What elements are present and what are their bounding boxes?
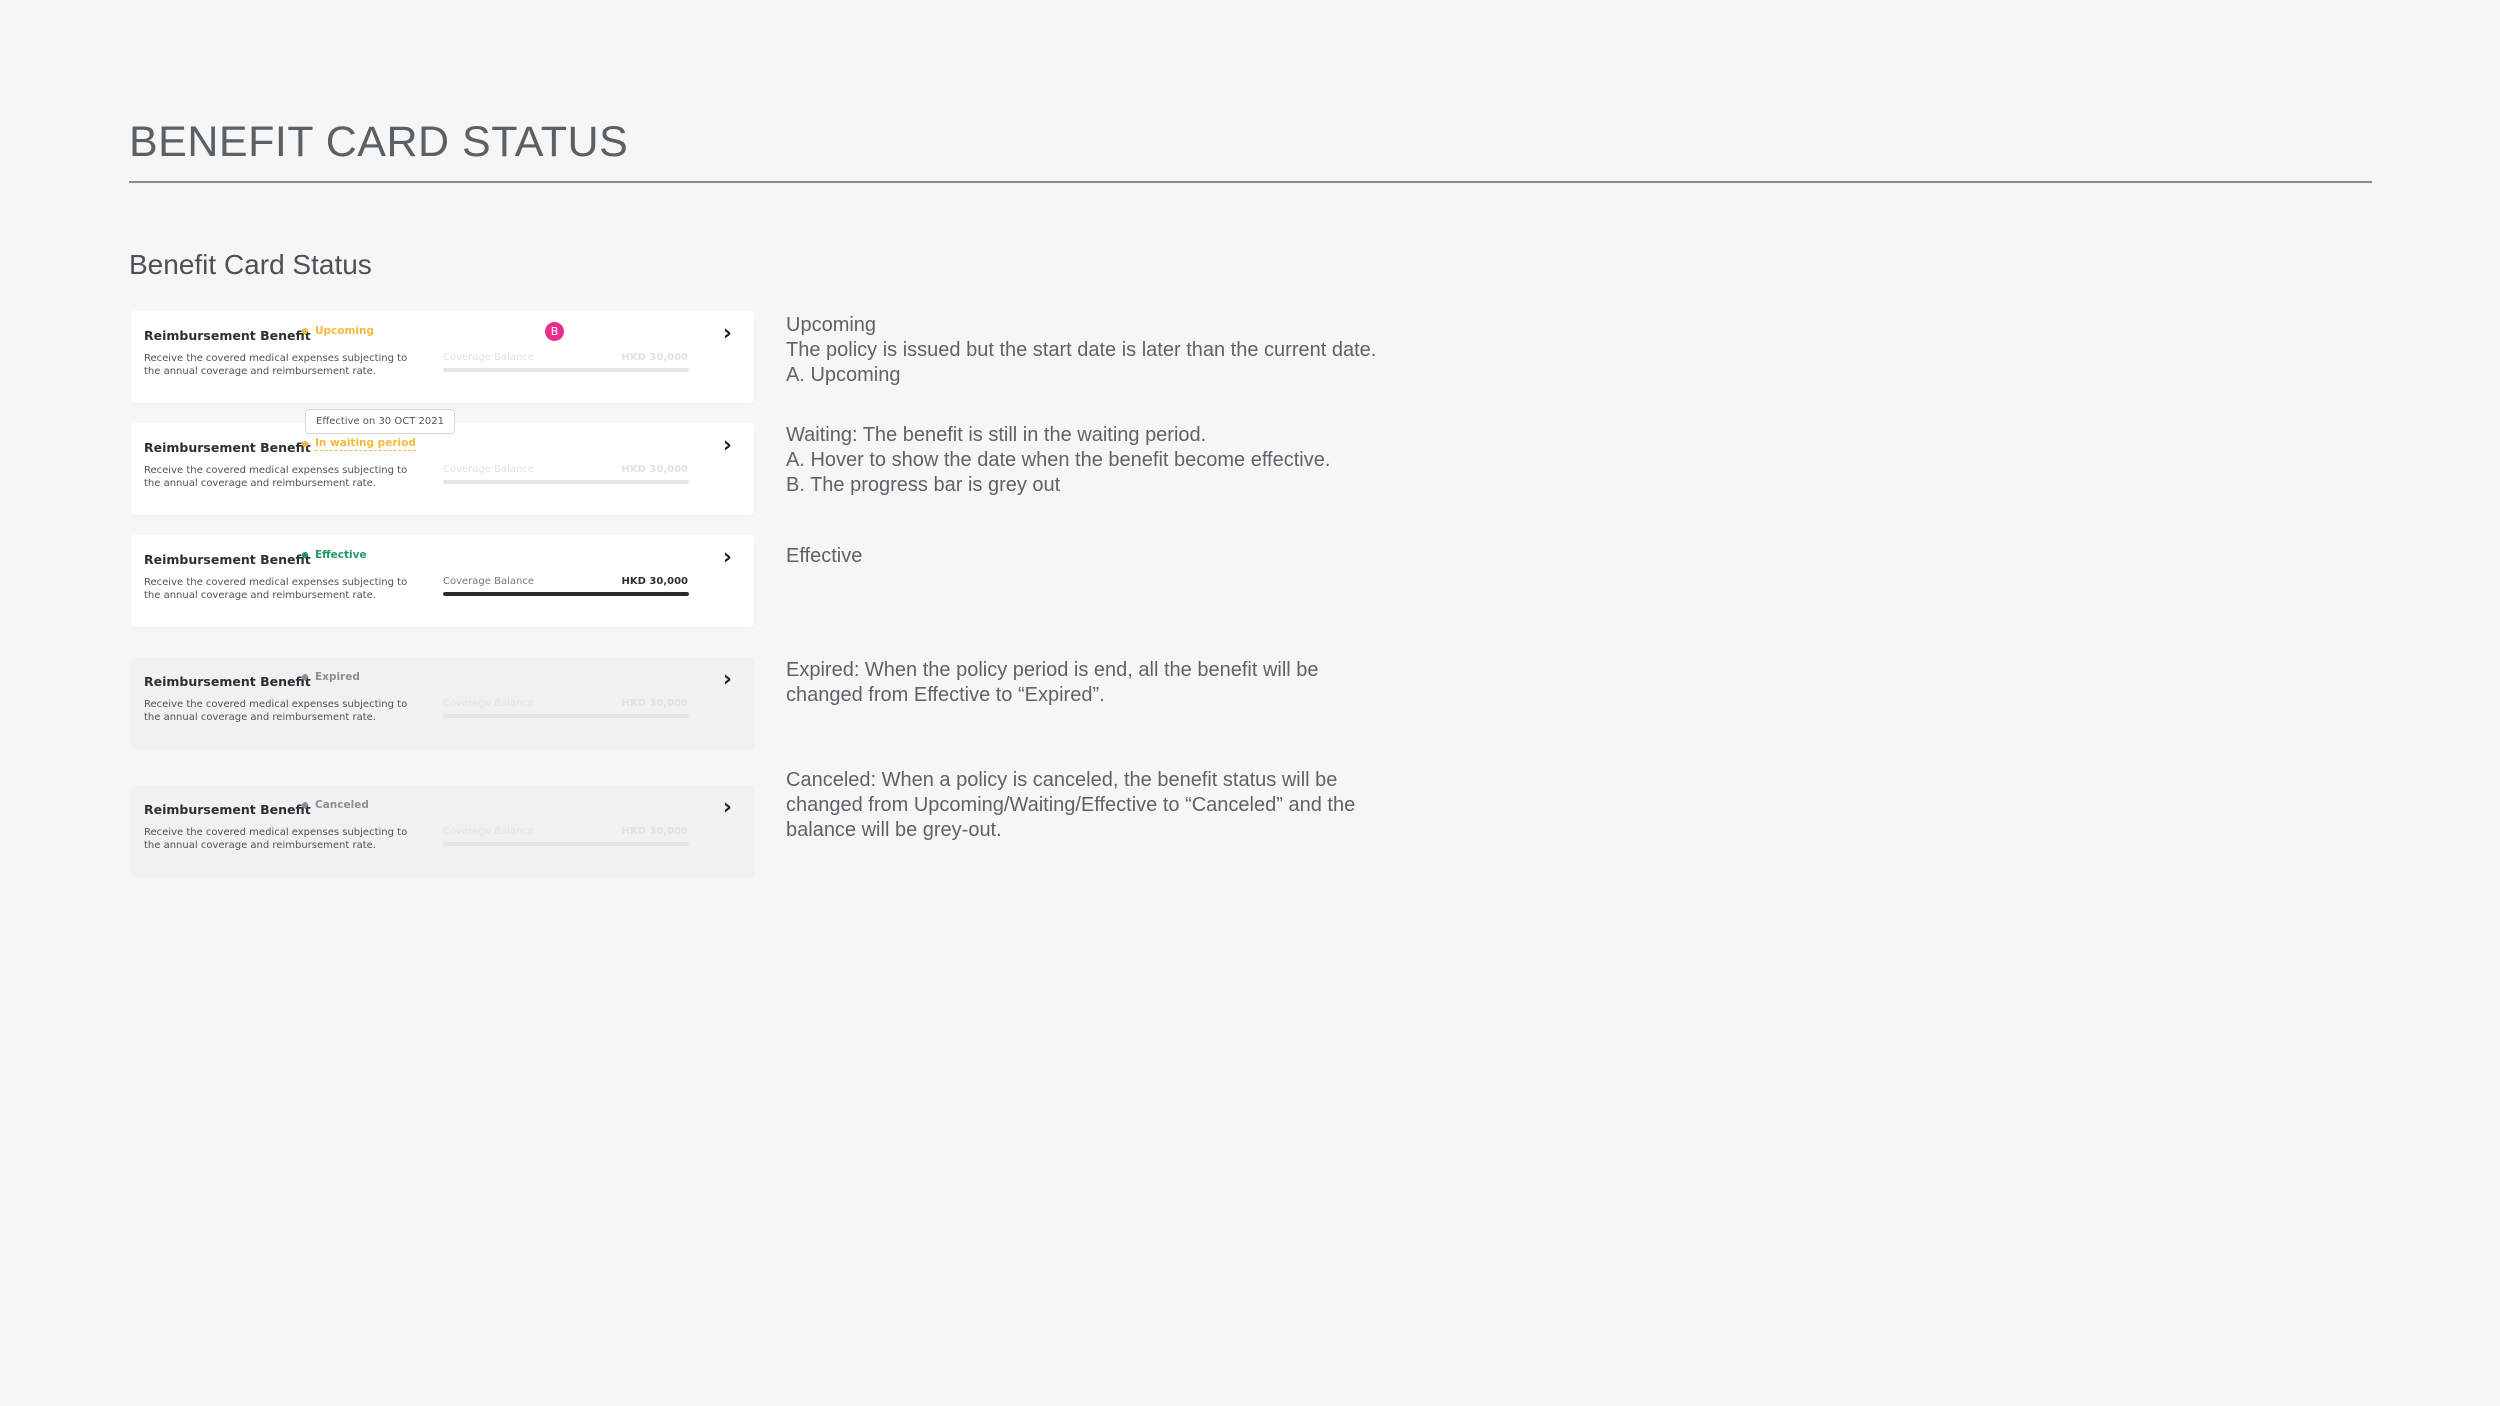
coverage-balance-value: HKD 30,000 [621,464,689,475]
description-line: Canceled: When a policy is canceled, the… [786,769,1338,791]
benefit-card-canceled[interactable]: Reimbursement Benefit Canceled Receive t… [131,785,754,877]
description-line: changed from Upcoming/Waiting/Effective … [786,794,1356,816]
benefit-card-expired[interactable]: Reimbursement Benefit Expired Receive th… [131,657,754,749]
status-dot-icon [302,441,308,447]
status-badge-upcoming: Upcoming [302,325,374,337]
card-description: Receive the covered medical expenses sub… [144,353,408,377]
coverage-balance-label: Coverage Balance [443,698,534,709]
coverage-balance-value: HKD 30,000 [621,826,689,837]
description-line: B. The progress bar is grey out [786,474,1061,496]
benefit-card-effective[interactable]: Reimbursement Benefit Effective Receive … [131,535,754,627]
coverage-balance-label: Coverage Balance [443,576,534,587]
status-dot-icon [302,552,308,558]
description-effective: Effective [786,544,862,569]
description-line: Expired: When the policy period is end, … [786,659,1319,681]
status-badge-waiting[interactable]: In waiting period [302,437,416,451]
effective-date-tooltip: Effective on 30 OCT 2021 [305,409,455,434]
status-badge-expired: Expired [302,671,360,683]
coverage-progress-bar [443,842,689,846]
chevron-right-icon[interactable]: › [723,323,732,345]
coverage-balance-value: HKD 30,000 [621,576,689,587]
description-canceled: Canceled: When a policy is canceled, the… [786,768,1355,843]
description-line: A. Hover to show the date when the benef… [786,449,1331,471]
status-label: In waiting period [315,437,416,451]
status-dot-icon [302,802,308,808]
description-line: A. Upcoming [786,364,901,386]
status-label: Expired [315,671,360,683]
chevron-right-icon[interactable]: › [723,797,732,819]
card-title: Reimbursement Benefit [144,440,311,455]
card-description: Receive the covered medical expenses sub… [144,699,408,723]
title-divider [129,181,2372,183]
card-description: Receive the covered medical expenses sub… [144,465,408,489]
chevron-right-icon[interactable]: › [723,435,732,457]
section-title: Benefit Card Status [129,249,372,280]
coverage-balance-value: HKD 30,000 [621,352,689,363]
chevron-right-icon[interactable]: › [723,547,732,569]
coverage-balance-value: HKD 30,000 [621,698,689,709]
description-line: Upcoming [786,314,877,336]
benefit-card-waiting[interactable]: Reimbursement Benefit In waiting period … [131,423,754,515]
description-waiting: Waiting: The benefit is still in the wai… [786,423,1330,498]
annotation-badge: B [545,322,564,341]
benefit-card-upcoming[interactable]: Reimbursement Benefit Upcoming Receive t… [131,311,754,403]
card-title: Reimbursement Benefit [144,552,311,567]
coverage-balance-label: Coverage Balance [443,826,534,837]
card-description: Receive the covered medical expenses sub… [144,577,408,601]
status-badge-effective: Effective [302,549,367,561]
coverage-balance-label: Coverage Balance [443,352,534,363]
status-dot-icon [302,674,308,680]
status-badge-canceled: Canceled [302,799,369,811]
coverage-progress-bar [443,480,689,484]
description-line: balance will be grey-out. [786,819,1002,841]
status-label: Upcoming [315,325,375,337]
card-title: Reimbursement Benefit [144,674,311,689]
description-upcoming: Upcoming The policy is issued but the st… [786,313,1376,388]
description-line: Waiting: The benefit is still in the wai… [786,424,1207,446]
coverage-progress-bar [443,368,689,372]
coverage-progress-bar [443,714,689,718]
chevron-right-icon[interactable]: › [723,669,732,691]
card-title: Reimbursement Benefit [144,802,311,817]
description-line: The policy is issued but the start date … [786,339,1377,361]
status-label: Effective [315,549,367,561]
status-label: Canceled [315,799,369,811]
description-expired: Expired: When the policy period is end, … [786,658,1319,708]
status-dot-icon [302,328,308,334]
card-description: Receive the covered medical expenses sub… [144,827,408,851]
coverage-balance-label: Coverage Balance [443,464,534,475]
coverage-progress-bar [443,592,689,596]
description-line: Effective [786,545,863,567]
page: BENEFIT CARD STATUS Benefit Card Status … [0,0,2500,1406]
page-title: BENEFIT CARD STATUS [129,118,629,166]
description-line: changed from Effective to “Expired”. [786,684,1105,706]
card-title: Reimbursement Benefit [144,328,311,343]
